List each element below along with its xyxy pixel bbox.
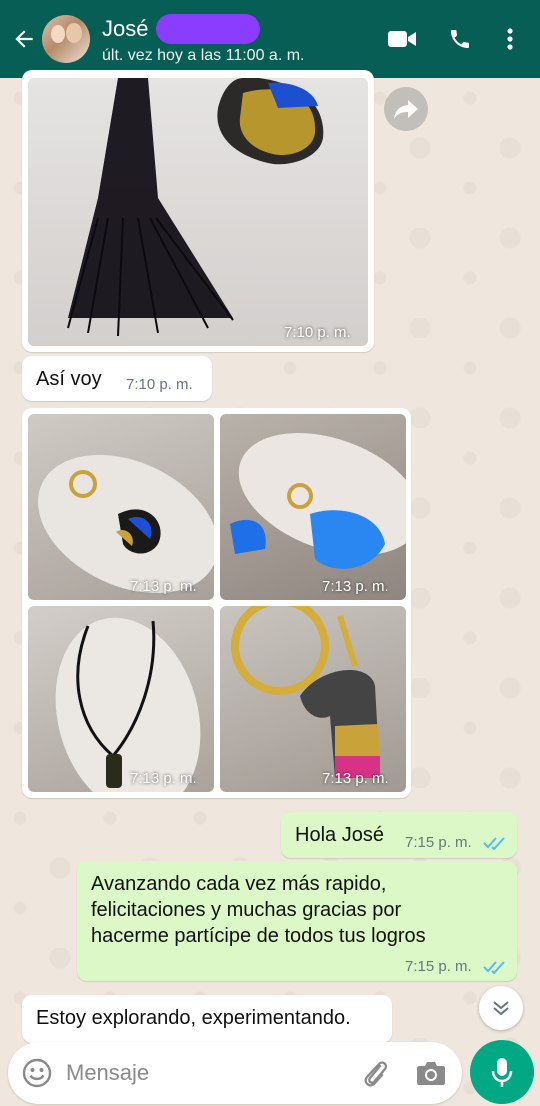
message-time: 7:15 p. m.	[405, 834, 472, 851]
mic-button[interactable]	[470, 1040, 534, 1104]
image-grid-bubble[interactable]: 7:13 p. m. 7:13 p. m. 7:13 p. m. 7:13 p.…	[22, 408, 411, 798]
message-time: 7:10 p. m.	[126, 376, 193, 393]
message-text: Estoy explorando, experimentando.	[36, 1007, 351, 1029]
grid-photo-2[interactable]	[220, 414, 406, 600]
grid-photo-4[interactable]	[220, 606, 406, 792]
grid-photo-3-time: 7:13 p. m.	[130, 770, 197, 787]
scroll-down-icon[interactable]	[479, 986, 523, 1030]
message-text-line-3: hacerme partícipe de todos tus logros	[91, 925, 426, 947]
contact-avatar[interactable]	[42, 15, 90, 63]
last-seen-status: últ. vez hoy a las 11:00 a. m.	[102, 46, 305, 64]
back-arrow-icon[interactable]	[6, 19, 42, 59]
message-input[interactable]	[66, 1056, 346, 1090]
message-photo[interactable]	[28, 78, 368, 346]
image-message-bubble[interactable]: 7:10 p. m.	[22, 70, 374, 352]
text-message-bubble[interactable]: Así voy 7:10 p. m.	[22, 356, 212, 401]
mic-icon	[491, 1058, 513, 1087]
more-vert-icon[interactable]	[488, 17, 532, 61]
message-text-line-1: Avanzando cada vez más rapido,	[91, 873, 387, 895]
read-ticks-icon	[483, 961, 505, 974]
phone-icon[interactable]	[438, 17, 482, 61]
message-time: 7:15 p. m.	[405, 958, 472, 975]
attach-icon[interactable]	[360, 1058, 390, 1088]
message-text: Así voy	[36, 368, 102, 390]
outgoing-message-bubble[interactable]: Avanzando cada vez más rapido, felicitac…	[77, 861, 517, 981]
message-text: Hola José	[295, 824, 384, 846]
chat-header: José últ. vez hoy a las 11:00 a. m.	[0, 0, 540, 78]
outgoing-message-bubble[interactable]: Hola José 7:15 p. m.	[281, 812, 517, 858]
emoji-icon[interactable]	[22, 1058, 52, 1088]
grid-photo-1-time: 7:13 p. m.	[130, 578, 197, 595]
message-time: 7:10 p. m.	[284, 324, 351, 341]
contact-name: José	[102, 15, 149, 41]
grid-photo-3[interactable]	[28, 606, 214, 792]
read-ticks-icon	[483, 837, 505, 850]
camera-icon[interactable]	[416, 1060, 446, 1086]
grid-photo-1[interactable]	[28, 414, 214, 600]
grid-photo-4-time: 7:13 p. m.	[322, 770, 389, 787]
redaction-mark	[156, 13, 261, 44]
message-composer	[8, 1042, 462, 1104]
grid-photo-2-time: 7:13 p. m.	[322, 578, 389, 595]
message-text-line-2: felicitaciones y muchas gracias por	[91, 899, 402, 921]
text-message-bubble[interactable]: Estoy explorando, experimentando.	[22, 995, 392, 1043]
contact-info[interactable]: José últ. vez hoy a las 11:00 a. m.	[102, 13, 380, 65]
video-call-icon[interactable]	[380, 17, 424, 61]
forward-icon[interactable]	[384, 87, 428, 131]
